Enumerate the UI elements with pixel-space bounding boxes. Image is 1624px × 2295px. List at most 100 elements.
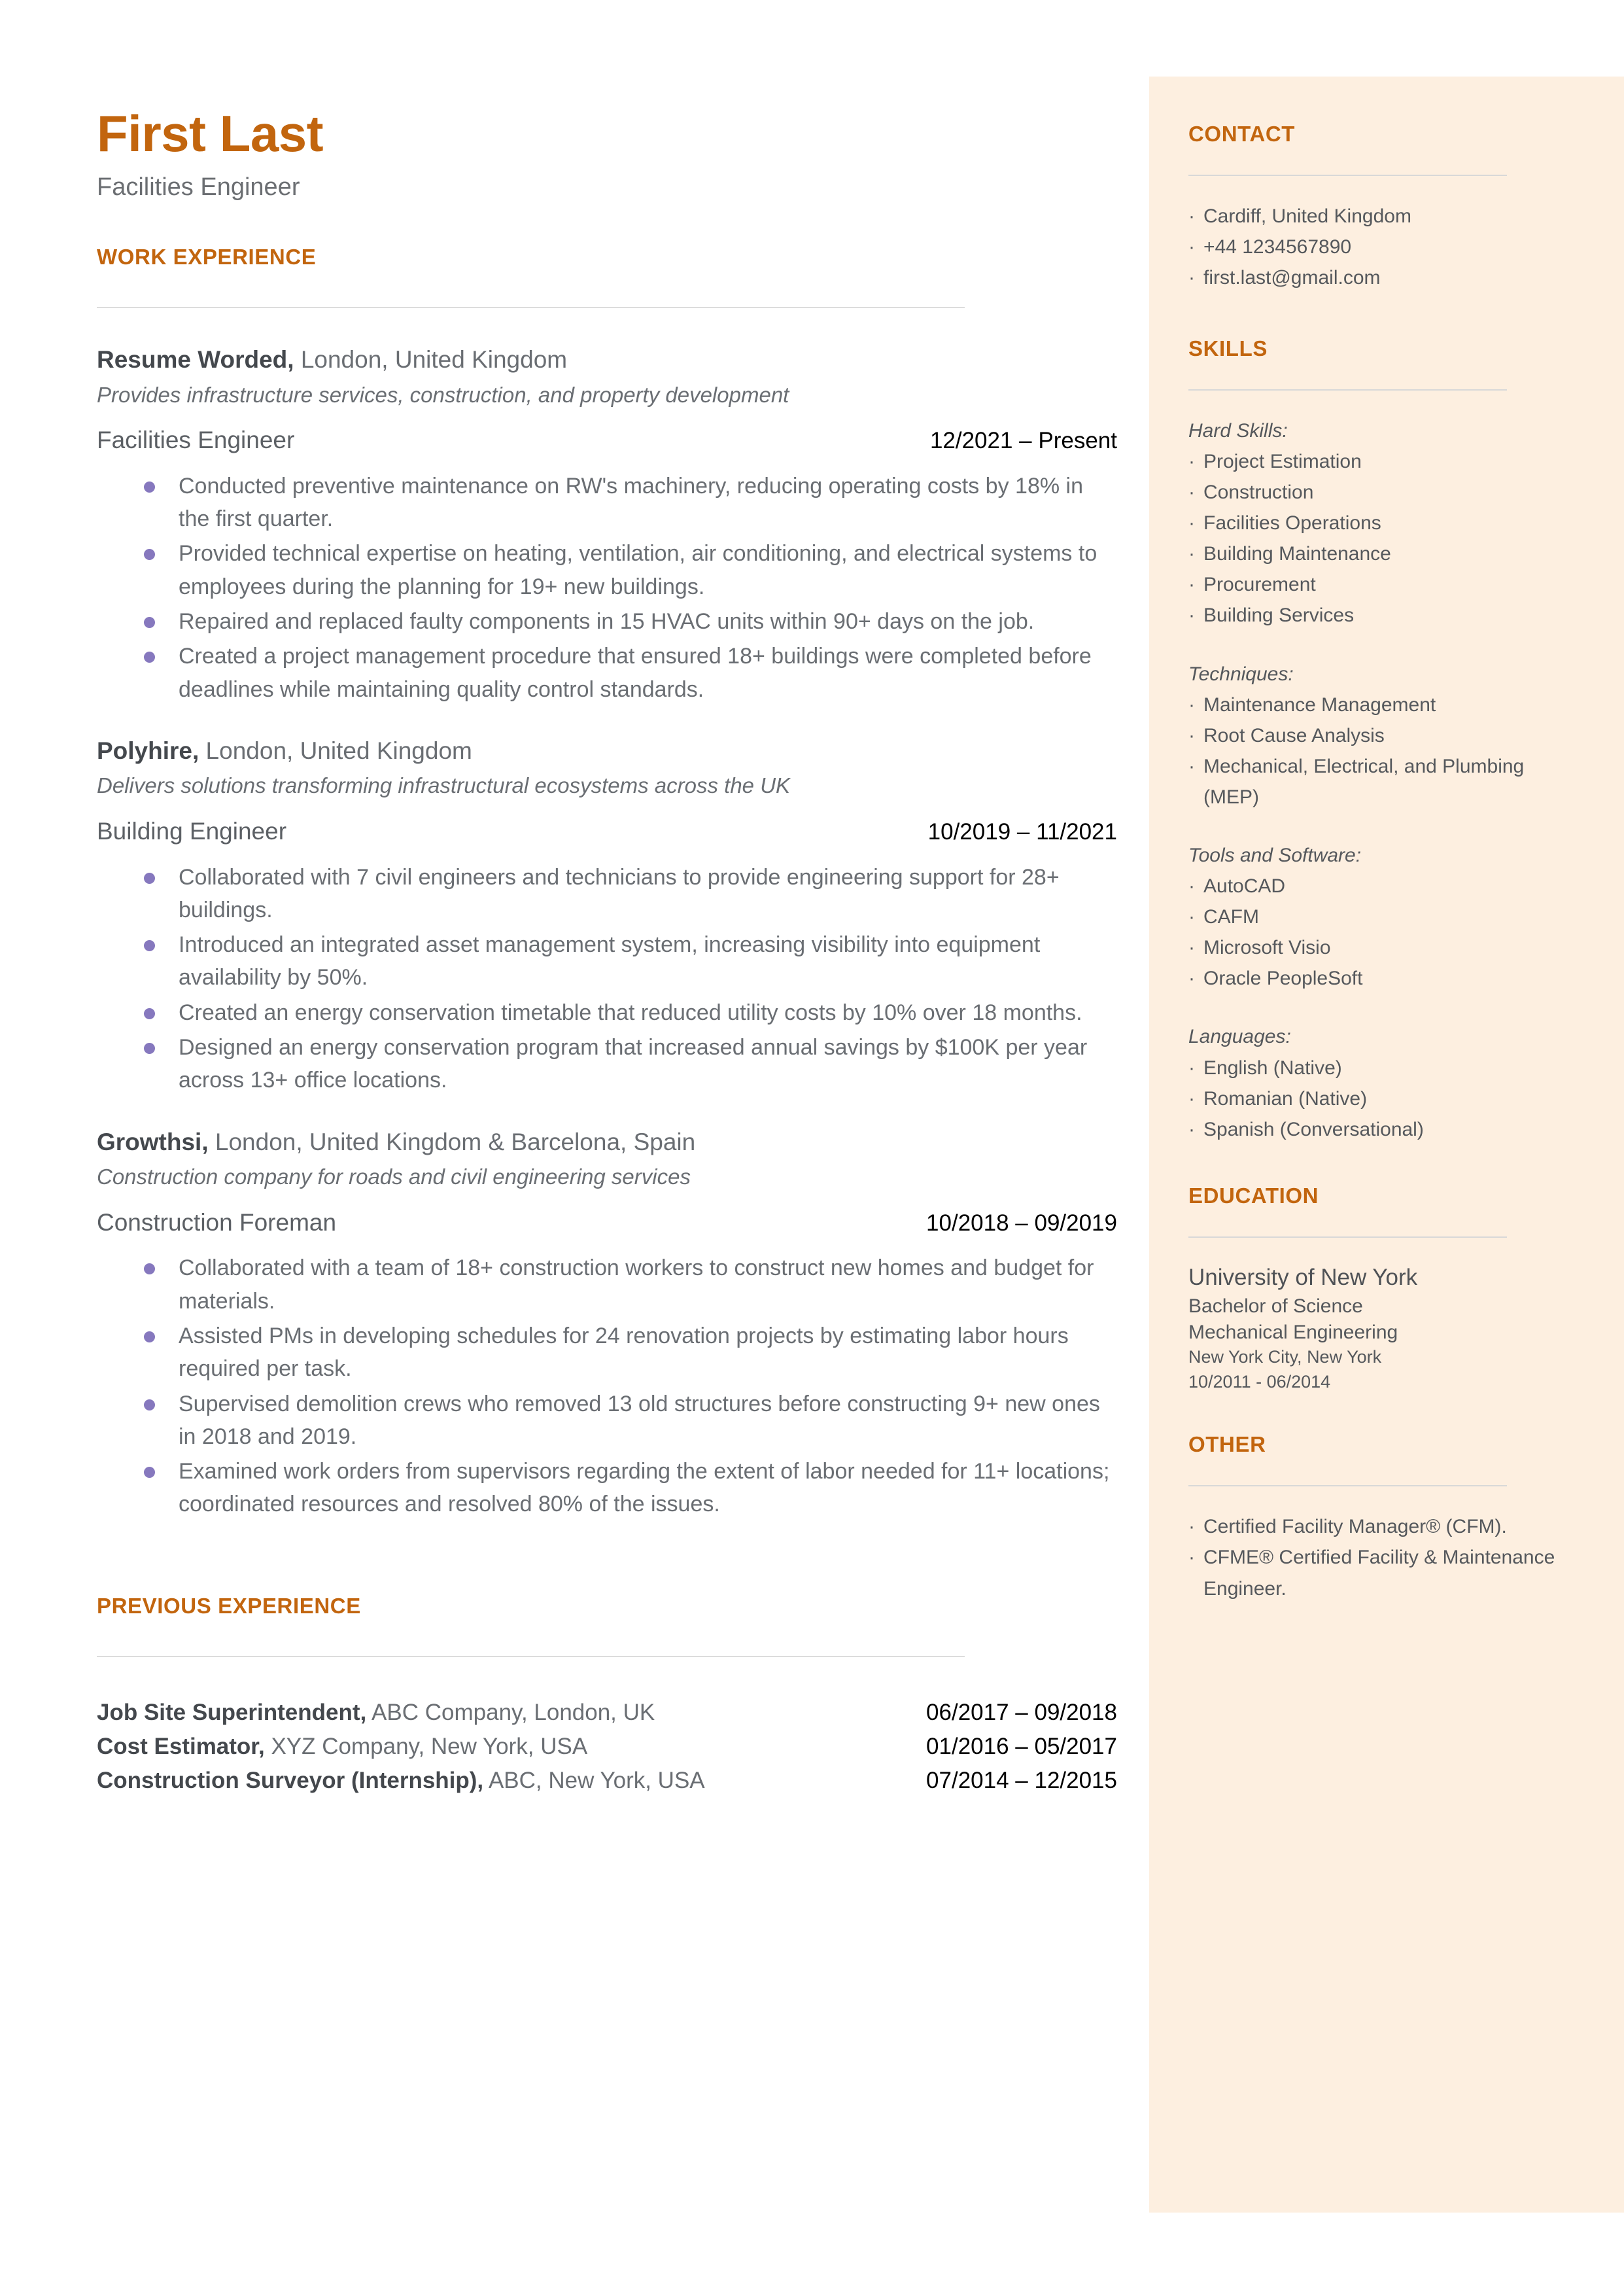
job-bullet: Provided technical expertise on heating,… xyxy=(97,537,1117,603)
company-location: London, United Kingdom xyxy=(199,737,472,765)
skill-item: · Spanish (Conversational) xyxy=(1188,1114,1575,1145)
main-column: First Last Facilities Engineer WORK EXPE… xyxy=(97,0,1117,1800)
section-divider xyxy=(97,1656,965,1658)
bullet-dot-icon: · xyxy=(1188,1087,1195,1110)
skill-item: · Microsoft Visio xyxy=(1188,932,1575,963)
previous-role-line: Job Site Superintendent, ABC Company, Lo… xyxy=(97,1698,655,1728)
skill-item: · Procurement xyxy=(1188,569,1575,600)
skill-label: Root Cause Analysis xyxy=(1203,724,1385,746)
company-location: London, United Kingdom xyxy=(294,346,568,374)
skill-item: · Building Maintenance xyxy=(1188,538,1575,569)
previous-experience-row: Construction Surveyor (Internship), ABC,… xyxy=(97,1766,1117,1796)
sidebar-heading-other: OTHER xyxy=(1188,1432,1266,1457)
bullet-dot-icon: · xyxy=(1188,543,1195,565)
bullet-dot-icon: · xyxy=(1188,693,1195,716)
job-bullet: Created an energy conservation timetable… xyxy=(97,996,1117,1029)
company-name: Growthsi, xyxy=(97,1128,209,1155)
skill-item: · English (Native) xyxy=(1188,1053,1575,1083)
sidebar-heading-contact: CONTACT xyxy=(1188,122,1296,146)
sidebar-heading-skills: SKILLS xyxy=(1188,336,1268,360)
skill-item: · Construction xyxy=(1188,477,1575,508)
previous-role-dates: 07/2014 – 12/2015 xyxy=(926,1768,1117,1794)
contact-email-text[interactable]: first.last@gmail.com xyxy=(1203,262,1575,293)
bullet-dot-icon: · xyxy=(1188,1516,1195,1538)
bullet-dot-icon: · xyxy=(1188,1057,1195,1079)
bullet-dot-icon: · xyxy=(1188,968,1195,990)
job-title: Construction Foreman xyxy=(97,1208,337,1236)
other-list: · Certified Facility Manager® (CFM). · C… xyxy=(1188,1511,1575,1603)
previous-role-detail: ABC Company, London, UK xyxy=(366,1700,655,1726)
education-field: Mechanical Engineering xyxy=(1188,1321,1398,1343)
job-bullet-list: Conducted preventive maintenance on RW's… xyxy=(97,470,1117,706)
education-location: New York City, New York xyxy=(1188,1347,1382,1367)
skill-label: Building Services xyxy=(1203,604,1355,627)
bullet-dot-icon: · xyxy=(1188,450,1195,472)
job-bullet: Created a project management procedure t… xyxy=(97,640,1117,706)
job-bullet: Conducted preventive maintenance on RW's… xyxy=(97,470,1117,536)
job-dates: 10/2018 – 09/2019 xyxy=(926,1210,1117,1236)
job-role-subtitle: Facilities Engineer xyxy=(97,173,300,201)
bullet-dot-icon: · xyxy=(1188,1118,1195,1140)
company-location: London, United Kingdom & Barcelona, Spai… xyxy=(208,1128,696,1155)
page-title: First Last xyxy=(97,105,324,162)
job-title-row: Construction Foreman 10/2018 – 09/2019 xyxy=(97,1208,1117,1237)
skill-label: Oracle PeopleSoft xyxy=(1203,968,1363,990)
sidebar-divider xyxy=(1188,175,1507,177)
education-school: University of New York xyxy=(1188,1265,1418,1291)
skill-label: CAFM xyxy=(1203,906,1259,928)
bullet-dot-icon: · xyxy=(1188,724,1195,746)
bullet-dot-icon: · xyxy=(1188,937,1195,959)
previous-role-title: Cost Estimator, xyxy=(97,1734,265,1760)
bullet-dot-icon: · xyxy=(1188,1547,1195,1569)
skills-group-label: Languages: xyxy=(1188,1026,1291,1048)
company-name: Polyhire, xyxy=(97,737,199,765)
skill-label: Maintenance Management xyxy=(1203,693,1436,716)
job-bullet: Repaired and replaced faulty components … xyxy=(97,605,1117,638)
previous-role-dates: 01/2016 – 05/2017 xyxy=(926,1734,1117,1760)
skills-group-label: Techniques: xyxy=(1188,663,1294,685)
education-degree: Bachelor of Science xyxy=(1188,1295,1363,1317)
sidebar: CONTACT · Cardiff, United Kingdom · +44 … xyxy=(1149,77,1624,2213)
job-title-row: Building Engineer 10/2019 – 11/2021 xyxy=(97,817,1117,846)
skill-label: Microsoft Visio xyxy=(1203,937,1331,959)
skill-item: · AutoCAD xyxy=(1188,871,1575,902)
skill-label: Spanish (Conversational) xyxy=(1203,1118,1424,1140)
previous-role-title: Construction Surveyor (Internship), xyxy=(97,1768,484,1794)
skill-label: AutoCAD xyxy=(1203,875,1286,898)
company-line: Growthsi, London, United Kingdom & Barce… xyxy=(97,1127,1117,1157)
skills-group-label: Hard Skills: xyxy=(1188,419,1288,442)
education-dates: 10/2011 - 06/2014 xyxy=(1188,1372,1331,1392)
bullet-dot-icon: · xyxy=(1188,205,1195,228)
company-blurb: Provides infrastructure services, constr… xyxy=(97,382,789,407)
work-entry: Resume Worded, London, United Kingdom Pr… xyxy=(97,345,1117,706)
sidebar-divider xyxy=(1188,1485,1507,1487)
previous-role-dates: 06/2017 – 09/2018 xyxy=(926,1700,1117,1726)
other-item: · CFME® Certified Facility & Maintenance… xyxy=(1188,1542,1575,1603)
sidebar-divider xyxy=(1188,389,1507,391)
skill-label: Construction xyxy=(1203,482,1314,504)
work-entry: Polyhire, London, United Kingdom Deliver… xyxy=(97,736,1117,1097)
contact-item-email: · first.last@gmail.com xyxy=(1188,262,1575,293)
previous-role-line: Cost Estimator, XYZ Company, New York, U… xyxy=(97,1732,587,1762)
skill-label: Mechanical, Electrical, and Plumbing (ME… xyxy=(1203,755,1525,808)
other-label: CFME® Certified Facility & Maintenance E… xyxy=(1203,1547,1555,1600)
contact-item-location: · Cardiff, United Kingdom xyxy=(1188,201,1575,232)
contact-phone-text[interactable]: +44 1234567890 xyxy=(1203,232,1575,262)
company-line: Resume Worded, London, United Kingdom xyxy=(97,345,1117,375)
skill-label: Procurement xyxy=(1203,574,1316,596)
other-label: Certified Facility Manager® (CFM). xyxy=(1203,1516,1507,1538)
bullet-dot-icon: · xyxy=(1188,875,1195,898)
other-item: · Certified Facility Manager® (CFM). xyxy=(1188,1511,1575,1542)
section-heading-previous-experience: PREVIOUS EXPERIENCE xyxy=(97,1593,361,1618)
contact-list: · Cardiff, United Kingdom · +44 12345678… xyxy=(1188,201,1575,293)
skill-item: · Project Estimation xyxy=(1188,446,1575,477)
other-section: OTHER · Certified Facility Manager® (CFM… xyxy=(1188,1432,1575,1604)
company-blurb: Delivers solutions transforming infrastr… xyxy=(97,773,791,798)
previous-experience-list: Job Site Superintendent, ABC Company, Lo… xyxy=(97,1698,1117,1796)
section-divider xyxy=(97,307,965,309)
skill-label: Facilities Operations xyxy=(1203,512,1381,534)
skill-label: Romanian (Native) xyxy=(1203,1087,1368,1110)
previous-role-detail: ABC, New York, USA xyxy=(483,1768,705,1794)
contact-location-text: Cardiff, United Kingdom xyxy=(1203,205,1411,228)
previous-role-line: Construction Surveyor (Internship), ABC,… xyxy=(97,1766,705,1796)
